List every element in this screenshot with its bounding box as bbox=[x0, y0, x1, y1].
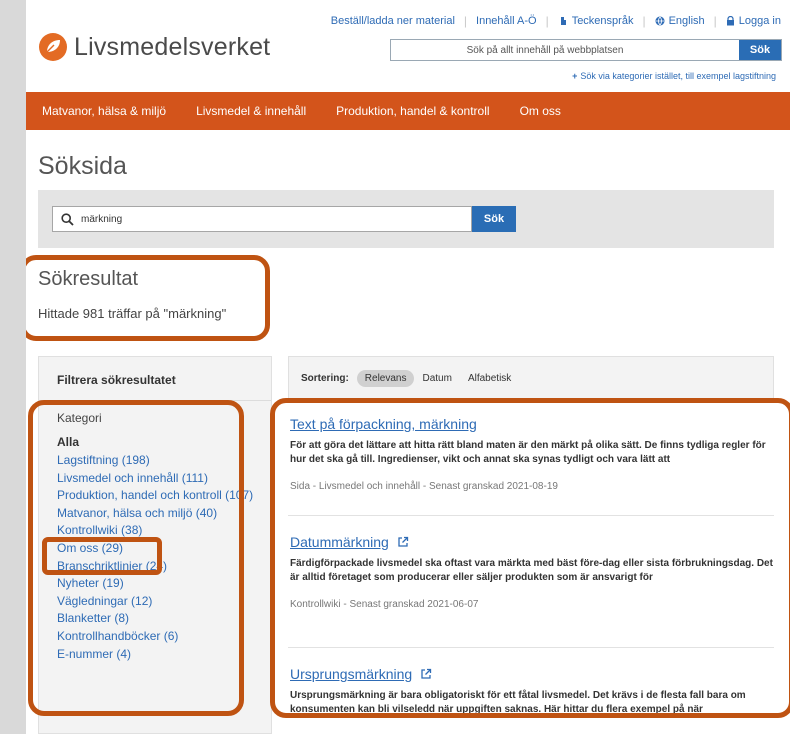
sort-option-relevans[interactable]: Relevans bbox=[356, 369, 415, 387]
lock-icon bbox=[726, 16, 734, 26]
plus-icon: + bbox=[572, 71, 578, 81]
filter-item-livsmedel[interactable]: Livsmedel och innehåll (111) bbox=[57, 470, 271, 488]
search-input[interactable] bbox=[81, 207, 471, 231]
result-title-link[interactable]: Datummärkning bbox=[290, 534, 774, 550]
sort-option-datum[interactable]: Datum bbox=[414, 370, 459, 387]
filter-item-all[interactable]: Alla bbox=[57, 435, 271, 452]
main-nav: Matvanor, hälsa & miljö Livsmedel & inne… bbox=[26, 92, 790, 130]
top-links: Beställ/ladda ner material | Innehåll A-… bbox=[322, 14, 790, 28]
filter-item-nyheter[interactable]: Nyheter (19) bbox=[57, 575, 271, 593]
filter-item-kontrollhandbocker[interactable]: Kontrollhandböcker (6) bbox=[57, 628, 271, 646]
result-item: Ursprungsmärkning Ursprungsmärkning är b… bbox=[288, 648, 774, 734]
top-link-sign-language[interactable]: Teckenspråk bbox=[558, 15, 633, 27]
result-title-link[interactable]: Text på förpackning, märkning bbox=[290, 416, 774, 432]
search-box bbox=[52, 206, 472, 232]
external-link-icon bbox=[398, 536, 408, 547]
search-icon bbox=[53, 212, 81, 226]
search-button[interactable]: Sök bbox=[472, 206, 516, 232]
filter-item-om-oss[interactable]: Om oss (29) bbox=[57, 540, 271, 558]
top-link-separator: | bbox=[713, 14, 717, 28]
result-title-link[interactable]: Ursprungsmärkning bbox=[290, 666, 774, 682]
category-search-link-label: Sök via kategorier istället, till exempe… bbox=[580, 71, 776, 81]
results-list: Text på förpackning, märkning För att gö… bbox=[288, 404, 774, 734]
top-link-order-material[interactable]: Beställ/ladda ner material bbox=[331, 15, 455, 27]
category-filter: Kategori Alla Lagstiftning (198) Livsmed… bbox=[39, 401, 271, 663]
page: Beställ/ladda ner material | Innehåll A-… bbox=[26, 0, 790, 734]
search-panel: Sök bbox=[38, 190, 774, 248]
page-title: Söksida bbox=[38, 152, 127, 180]
filter-item-kontrollwiki[interactable]: Kontrollwiki (38) bbox=[57, 522, 271, 540]
logo-text: Livsmedelsverket bbox=[74, 32, 271, 61]
site-search-input[interactable] bbox=[391, 40, 739, 60]
filter-item-branschriktlinjer[interactable]: Branschriktlinjer (24) bbox=[57, 558, 271, 576]
top-link-separator: | bbox=[642, 14, 646, 28]
category-label: Kategori bbox=[57, 411, 102, 425]
site-logo[interactable]: Livsmedelsverket bbox=[38, 32, 270, 62]
nav-item-produktion[interactable]: Produktion, handel & kontroll bbox=[336, 104, 489, 118]
nav-item-om-oss[interactable]: Om oss bbox=[520, 104, 561, 118]
sort-label: Sortering: bbox=[301, 372, 349, 384]
filter-item-vagledningar[interactable]: Vägledningar (12) bbox=[57, 593, 271, 611]
sign-language-icon bbox=[560, 17, 566, 25]
nav-item-matvanor[interactable]: Matvanor, hälsa & miljö bbox=[42, 104, 166, 118]
top-link-separator: | bbox=[463, 14, 468, 28]
filter-item-e-nummer[interactable]: E-nummer (4) bbox=[57, 646, 271, 664]
top-link-separator: | bbox=[545, 14, 549, 28]
sort-bar: Sortering: Relevans Datum Alfabetisk bbox=[288, 356, 774, 400]
result-meta: Sida - Livsmedel och innehåll - Senast g… bbox=[290, 481, 558, 492]
results-title: Sökresultat bbox=[38, 268, 139, 290]
result-snippet: Färdigförpackade livsmedel ska oftast va… bbox=[290, 558, 773, 583]
top-link-a-z[interactable]: Innehåll A-Ö bbox=[476, 15, 537, 27]
result-meta: Kontrollwiki - Senast granskad 2021-06-0… bbox=[290, 599, 479, 610]
logo-mark-icon bbox=[39, 33, 67, 61]
site-search-button[interactable]: Sök bbox=[739, 40, 781, 60]
result-snippet: För att göra det lättare att hitta rätt … bbox=[290, 440, 766, 465]
top-link-login[interactable]: Logga in bbox=[726, 15, 781, 27]
filter-heading: Filtrera sökresultatet bbox=[39, 357, 271, 401]
top-link-english[interactable]: English bbox=[655, 15, 705, 27]
result-item: Datummärkning Färdigförpackade livsmedel… bbox=[288, 516, 774, 648]
category-search-link[interactable]: + Sök via kategorier istället, till exemp… bbox=[572, 71, 776, 81]
filter-panel: Filtrera sökresultatet Kategori Alla Lag… bbox=[38, 356, 272, 734]
result-snippet: Ursprungsmärkning är bara obligatoriskt … bbox=[290, 690, 746, 715]
filter-item-blanketter[interactable]: Blanketter (8) bbox=[57, 610, 271, 628]
external-link-icon bbox=[421, 668, 432, 679]
globe-icon bbox=[655, 16, 665, 26]
filter-item-produktion[interactable]: Produktion, handel och kontroll (107) bbox=[57, 487, 271, 505]
nav-item-livsmedel[interactable]: Livsmedel & innehåll bbox=[196, 104, 306, 118]
results-count: Hittade 981 träffar på "märkning" bbox=[38, 306, 227, 321]
result-item: Text på förpackning, märkning För att gö… bbox=[288, 404, 774, 516]
site-search: Sök bbox=[390, 39, 782, 61]
filter-item-matvanor[interactable]: Matvanor, hälsa och miljö (40) bbox=[57, 505, 271, 523]
sort-option-alfabetisk[interactable]: Alfabetisk bbox=[460, 370, 519, 387]
filter-item-lagstiftning[interactable]: Lagstiftning (198) bbox=[57, 452, 271, 470]
